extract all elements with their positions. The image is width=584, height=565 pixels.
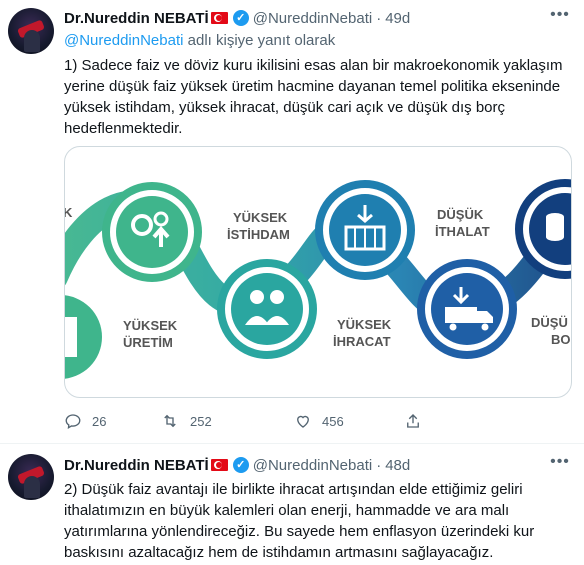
separator: · (376, 9, 382, 27)
like-count: 456 (322, 413, 344, 429)
label-dusuk-ithalat-2: İTHALAT (435, 224, 490, 239)
infographic: K YÜKSEK ÜRETİM YÜKSEK İSTİHDAM (65, 179, 571, 379)
author-handle[interactable]: @NureddinNebati (253, 10, 372, 27)
like-button[interactable]: 456 (294, 412, 404, 430)
avatar[interactable] (8, 454, 54, 500)
author-name[interactable]: Dr.Nureddin NEBATİ (64, 10, 209, 27)
avatar[interactable] (8, 8, 54, 54)
turkey-flag-icon (210, 12, 228, 24)
tweet-actions: 26 252 456 (64, 410, 434, 432)
tweet-image[interactable]: K YÜKSEK ÜRETİM YÜKSEK İSTİHDAM (64, 146, 572, 398)
reply-context-text: adlı kişiye yanıt olarak (183, 32, 336, 49)
label-yuksek-uretim-1: YÜKSEK (123, 318, 178, 333)
more-icon[interactable]: ••• (550, 7, 570, 28)
tweet-1[interactable]: Dr.Nureddin NEBATİ ✓ @NureddinNebati · 4… (0, 0, 584, 443)
partial-left-circle (65, 295, 102, 379)
tweet-text: 1) Sadece faiz ve döviz kuru ikilisini e… (64, 57, 563, 137)
turkey-flag-icon (210, 459, 228, 471)
label-dusuk-bo-2: BO (551, 332, 571, 347)
author-name[interactable]: Dr.Nureddin NEBATİ (64, 457, 209, 474)
separator: · (376, 456, 382, 474)
retweet-count: 252 (190, 413, 212, 429)
retweet-icon (164, 414, 176, 428)
tweet-text: 2) Düşük faiz avantajı ile birlikte ihra… (64, 481, 535, 561)
label-k: K (65, 205, 73, 220)
export-container-icon (315, 180, 415, 280)
reply-icon (65, 414, 81, 430)
tweet-2[interactable]: Dr.Nureddin NEBATİ ✓ @NureddinNebati · 4… (0, 444, 584, 565)
employment-people-icon (217, 259, 317, 359)
label-yuksek-uretim-2: ÜRETİM (123, 335, 173, 350)
reply-count: 26 (92, 413, 107, 429)
author-handle[interactable]: @NureddinNebati (253, 457, 372, 474)
label-dusuk-ithalat-1: DÜŞÜK (437, 207, 484, 222)
reply-mention-link[interactable]: @NureddinNebati (64, 32, 183, 49)
tweet-header: Dr.Nureddin NEBATİ ✓ @NureddinNebati · 4… (64, 455, 410, 475)
debt-coins-icon (515, 179, 571, 279)
label-yuksek-ihracat-2: İHRACAT (333, 334, 391, 349)
production-gears-icon (102, 182, 202, 282)
reply-button[interactable]: 26 (64, 412, 160, 430)
label-yuksek-istihdam-2: İSTİHDAM (227, 227, 290, 242)
label-yuksek-istihdam-1: YÜKSEK (233, 210, 288, 225)
verified-badge-icon: ✓ (232, 457, 249, 473)
label-yuksek-ihracat-1: YÜKSEK (337, 317, 392, 332)
tweet-header: Dr.Nureddin NEBATİ ✓ @NureddinNebati · 4… (64, 8, 410, 28)
timestamp[interactable]: 49d (385, 10, 410, 27)
label-dusuk-bo-1: DÜŞÜ (531, 315, 568, 330)
reply-context: @NureddinNebati adlı kişiye yanıt olarak (64, 32, 335, 49)
retweet-button[interactable]: 252 (160, 412, 294, 430)
like-icon (297, 415, 309, 428)
share-icon (407, 414, 419, 428)
import-truck-icon (417, 259, 517, 359)
verified-badge-icon: ✓ (232, 10, 249, 26)
more-icon[interactable]: ••• (550, 454, 570, 475)
share-button[interactable] (404, 412, 434, 430)
timestamp[interactable]: 48d (385, 457, 410, 474)
